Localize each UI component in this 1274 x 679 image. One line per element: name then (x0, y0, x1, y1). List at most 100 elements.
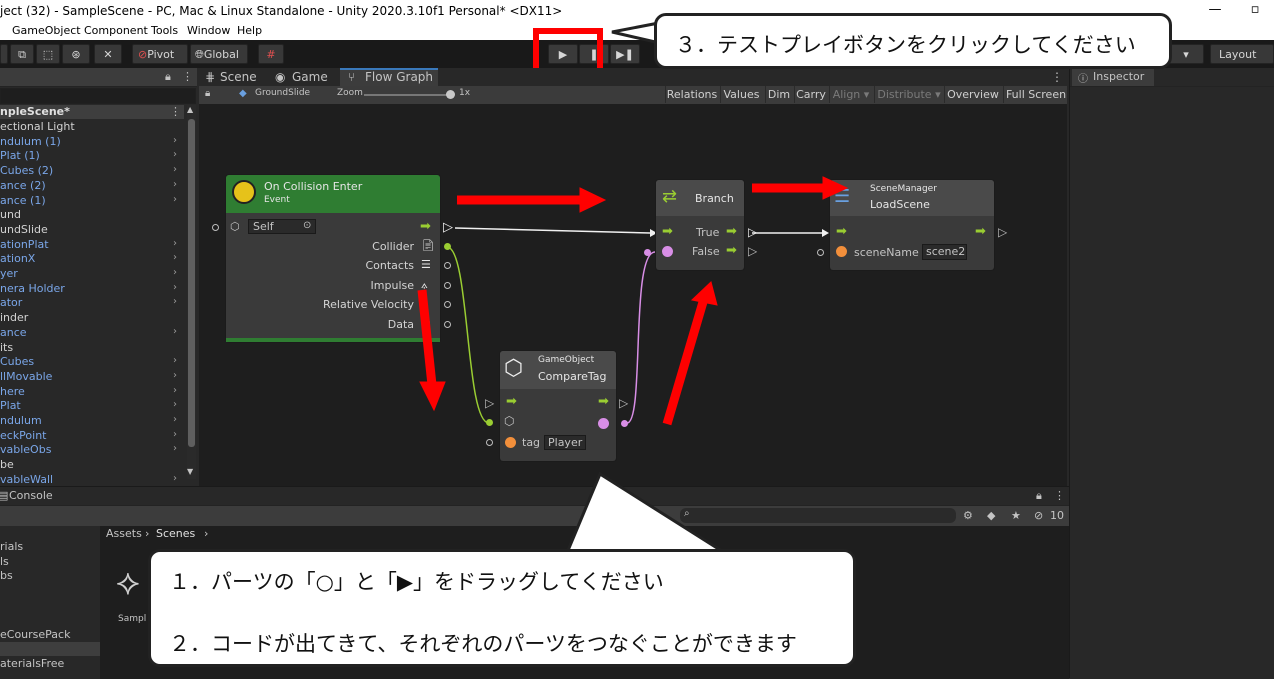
tool-partial-button[interactable] (0, 44, 8, 64)
chevron-right-icon[interactable]: › (173, 149, 177, 160)
chevron-right-icon[interactable]: › (173, 252, 177, 263)
object-picker-icon[interactable]: ⊙ (303, 220, 311, 231)
output-port[interactable] (444, 281, 451, 289)
transform-tool-icon[interactable]: ⬚ (36, 44, 60, 64)
graph-toolbar-button[interactable]: Dim (765, 86, 792, 103)
chevron-right-icon[interactable]: › (173, 194, 177, 205)
scene-name-icon[interactable] (836, 246, 847, 257)
menu-gameobject[interactable]: GameObject (12, 24, 81, 37)
scene-row[interactable]: npleScene* ⋮ (0, 105, 184, 119)
hierarchy-search-input[interactable] (0, 88, 196, 104)
flow-out-arrow-icon[interactable]: ➡ (598, 394, 609, 409)
chevron-right-icon[interactable]: › (173, 473, 177, 484)
hierarchy-item[interactable]: Plat (1) › (0, 149, 186, 163)
folder-item[interactable]: aterialsFree (0, 657, 64, 670)
zoom-slider-handle[interactable] (446, 90, 455, 99)
hierarchy-item[interactable]: ator › (0, 296, 186, 310)
chevron-right-icon[interactable]: › (173, 282, 177, 293)
node-compare-tag[interactable]: ⬡ GameObject CompareTag ➡ ➡ ⬡ tag Player (500, 351, 616, 461)
layout-dropdown[interactable]: Layout (1210, 44, 1274, 64)
project-search-input[interactable]: ⌕ (680, 508, 956, 523)
chevron-right-icon[interactable]: › (173, 443, 177, 454)
tab-console[interactable]: ▤ Console (0, 487, 60, 505)
hierarchy-item[interactable]: its (0, 341, 186, 355)
folder-item[interactable]: ls (0, 555, 9, 568)
branch-condition-icon[interactable] (662, 246, 673, 257)
favorite-icon[interactable]: ★ (1011, 509, 1021, 522)
chevron-right-icon[interactable]: › (173, 135, 177, 146)
string-input-icon[interactable] (505, 437, 516, 448)
output-port[interactable] (444, 243, 451, 250)
chevron-right-icon[interactable]: › (173, 296, 177, 307)
tag-field[interactable]: Player (544, 435, 586, 450)
hierarchy-item[interactable]: yer › (0, 267, 186, 281)
branch-in-arrow-icon[interactable]: ➡ (662, 224, 673, 239)
hierarchy-item[interactable]: ance › (0, 326, 186, 340)
tab-game[interactable]: ◉ Game (269, 68, 331, 86)
hierarchy-item[interactable]: undSlide (0, 223, 186, 237)
hierarchy-item[interactable]: Plat › (0, 399, 186, 413)
graph-toolbar-button[interactable]: Relations (665, 86, 718, 103)
menu-component[interactable]: Component (84, 24, 148, 37)
hierarchy-item[interactable]: ationX › (0, 252, 186, 266)
flow-out-arrow-icon[interactable]: ➡ (420, 219, 431, 234)
comparetag-flow-in-port[interactable]: ▷ (485, 396, 494, 410)
chevron-right-icon[interactable]: › (173, 414, 177, 425)
chevron-right-icon[interactable]: › (173, 355, 177, 366)
folder-item[interactable]: bs (0, 569, 13, 582)
hierarchy-item[interactable]: ance (1) › (0, 194, 186, 208)
chevron-right-icon[interactable]: › (173, 267, 177, 278)
load-out-arrow-icon[interactable]: ➡ (975, 224, 986, 239)
asset-label[interactable]: Sampl (118, 614, 146, 624)
tab-flow-graph[interactable]: ⑂ Flow Graph (340, 68, 438, 86)
branch-condition-port[interactable] (644, 249, 651, 256)
folder-item[interactable]: eCoursePack (0, 628, 70, 641)
target-input-port[interactable] (212, 224, 219, 231)
tab-inspector[interactable]: ⓘ Inspector (1072, 68, 1154, 86)
hierarchy-item[interactable]: ectional Light (0, 120, 186, 134)
graph-toolbar-button[interactable]: Overview (944, 86, 1001, 103)
global-button[interactable]: 🌐︎Global (190, 44, 248, 64)
selected-folder-row[interactable] (0, 642, 100, 656)
graph-toolbar-button[interactable]: Carry (794, 86, 827, 103)
hierarchy-item[interactable]: eckPoint › (0, 429, 186, 443)
hierarchy-item[interactable]: Cubes (2) › (0, 164, 186, 178)
maximize-icon[interactable]: ▫ (1240, 2, 1270, 20)
folder-item[interactable]: rials (0, 540, 23, 553)
hierarchy-item[interactable]: Cubes › (0, 355, 186, 369)
flow-output-port[interactable]: ▷ (443, 220, 453, 235)
hierarchy-item[interactable]: be (0, 458, 186, 472)
hierarchy-item[interactable]: inder (0, 311, 186, 325)
hidden-count-icon[interactable]: ⊘ (1034, 509, 1043, 522)
filter-type-icon[interactable]: ⚙ (963, 509, 973, 522)
hierarchy-item[interactable]: llMovable › (0, 370, 186, 384)
chevron-right-icon[interactable]: › (173, 164, 177, 175)
more-icon[interactable]: ⋮ (182, 70, 193, 83)
chevron-right-icon[interactable]: › (173, 370, 177, 381)
comparetag-flow-out-port[interactable]: ▷ (619, 396, 628, 410)
chevron-right-icon[interactable]: › (173, 399, 177, 410)
load-flow-out-port[interactable]: ▷ (998, 225, 1007, 239)
hierarchy-item[interactable]: ance (2) › (0, 179, 186, 193)
zoom-slider-track[interactable] (364, 94, 454, 96)
bottom-lock-icon[interactable]: 🔒︎ (1036, 489, 1042, 503)
custom-tool-icon[interactable]: ⊛ (62, 44, 90, 64)
chevron-right-icon[interactable]: › (173, 179, 177, 190)
hierarchy-item[interactable]: ndulum › (0, 414, 186, 428)
hierarchy-item[interactable]: ationPlat › (0, 238, 186, 252)
comparetag-result-port[interactable] (621, 420, 628, 427)
node-on-collision-enter[interactable]: On Collision Enter Event ⬡ Self ⊙ Collid… (226, 175, 451, 342)
branch-false-port[interactable]: ▷ (748, 244, 757, 258)
step-button[interactable]: ▶❚ (610, 44, 640, 64)
scroll-down-icon[interactable]: ▼ (187, 467, 193, 476)
graph-toolbar-button[interactable]: Full Screen (1003, 86, 1068, 103)
menu-tools[interactable]: Tools (151, 24, 178, 37)
grid-snap-icon[interactable]: # (258, 44, 284, 64)
branch-true-port[interactable]: ▷ (748, 225, 757, 239)
branch-false-arrow-icon[interactable]: ➡ (726, 243, 737, 258)
hierarchy-item[interactable]: vableWall › (0, 473, 186, 487)
hierarchy-scroll-thumb[interactable] (188, 119, 195, 447)
branch-true-arrow-icon[interactable]: ➡ (726, 224, 737, 239)
scene-menu-icon[interactable]: ⋮ (170, 105, 181, 118)
bottom-more-icon[interactable]: ⋮ (1054, 489, 1065, 502)
